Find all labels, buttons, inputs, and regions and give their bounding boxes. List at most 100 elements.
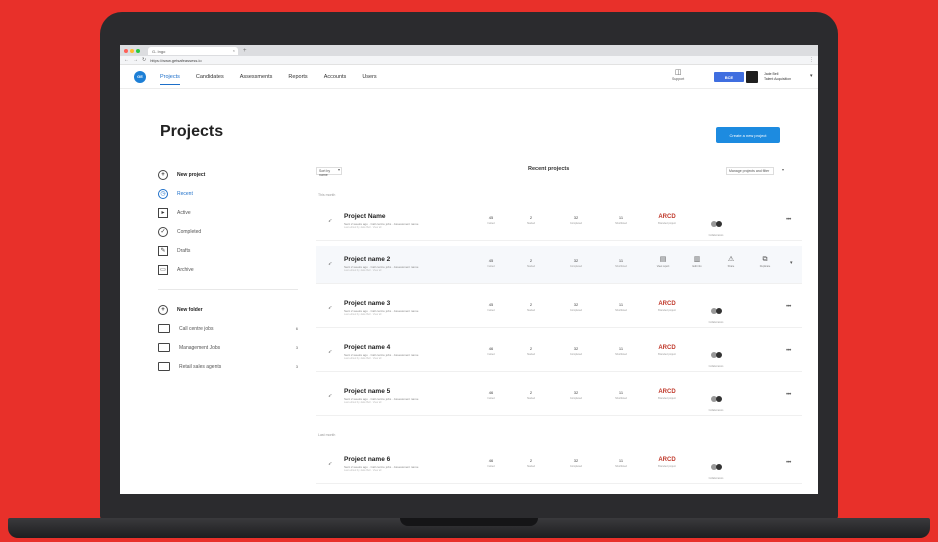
stat-started: 2 Started <box>521 302 541 312</box>
list-toolbar: Sort by name ▾ Recent projects Manage pr… <box>316 166 796 177</box>
project-name[interactable]: Project name 3 <box>344 300 390 307</box>
stat-started: 2 Started <box>521 258 541 268</box>
new-tab-icon[interactable]: + <box>243 48 247 54</box>
project-row[interactable]: ➶ Project name 6 Sent 2 weeks ago · Call… <box>316 446 802 484</box>
share-action[interactable]: ⚠ Share <box>720 255 742 268</box>
sidebar-item-new-folder[interactable]: + New folder <box>158 300 308 319</box>
more-icon[interactable]: ••• <box>786 304 791 310</box>
close-window-button[interactable] <box>124 48 128 53</box>
brand-mark: ARCD <box>658 214 676 220</box>
duplicate-action[interactable]: ⧉ Duplicate <box>754 255 776 268</box>
project-name[interactable]: Project name 2 <box>344 256 390 263</box>
laptop-screen: G- Ingo × + ← → ↻ https://www.getsafeass… <box>120 45 818 494</box>
brand-cell: ARCD Branded project <box>652 345 682 356</box>
project-name[interactable]: Project Name <box>344 213 386 220</box>
edit-info-action[interactable]: ▥ Edit info <box>686 255 708 268</box>
brand-badge[interactable]: BCE <box>714 72 744 82</box>
browser-menu-icon[interactable]: ⋮ <box>809 57 814 63</box>
project-name[interactable]: Project name 6 <box>344 456 390 463</box>
maximize-window-button[interactable] <box>136 48 140 53</box>
chevron-down-icon[interactable]: ▾ <box>790 260 793 266</box>
collaborators-label: Collaborators <box>708 477 724 480</box>
brand-cell: ARCD Branded project <box>652 389 682 400</box>
sidebar-item-recent[interactable]: ◷ Recent <box>158 184 308 203</box>
user-avatar[interactable] <box>746 71 758 83</box>
stat-label: Invited <box>487 353 495 356</box>
folder-item[interactable]: Call centre jobs 6 <box>158 319 308 338</box>
chevron-down-icon[interactable]: ▾ <box>782 167 784 172</box>
tab-close-icon[interactable]: × <box>233 48 235 53</box>
project-row[interactable]: ➶ Project name 2 Sent 2 weeks ago · Call… <box>316 246 802 284</box>
filter-dropdown[interactable]: Manage projects and filter <box>726 167 774 175</box>
app-logo[interactable]: GE <box>134 70 146 83</box>
stat-value: 32 <box>573 302 579 307</box>
stat-label: Completed <box>569 353 583 356</box>
brand-cell: ARCD Branded project <box>652 301 682 312</box>
sidebar-item-active[interactable]: ▸ Active <box>158 203 308 222</box>
stat-value: 11 <box>618 346 624 351</box>
sidebar-item-completed[interactable]: ✓ Completed <box>158 222 308 241</box>
stat-label: Invited <box>487 265 495 268</box>
project-sub: Last edited by Jade Bell · View all <box>344 469 382 472</box>
folder-count: 6 <box>295 326 298 331</box>
stat-completed: 32 Completed <box>566 458 586 468</box>
brand-label: Branded project <box>658 397 676 400</box>
brand-mark: ARCD <box>658 457 676 463</box>
share-icon: ⚠ <box>727 256 735 263</box>
url-field[interactable]: https://www.getsafeassess.io <box>150 58 201 63</box>
stat-completed: 32 Completed <box>566 258 586 268</box>
chevron-down-icon[interactable]: ▾ <box>338 167 340 172</box>
brand-label: Branded project <box>658 309 676 312</box>
section-label-last-month: Last month <box>318 433 336 437</box>
collaborators-label: Collaborators <box>708 365 724 368</box>
address-bar: ← → ↻ https://www.getsafeassess.io ⋮ <box>120 56 818 65</box>
sidebar-item-label: Active <box>177 209 191 216</box>
nav-assessments[interactable]: Assessments <box>240 67 273 87</box>
project-row[interactable]: ➶ Project name 3 Sent 2 weeks ago · Call… <box>316 290 802 328</box>
nav-candidates[interactable]: Candidates <box>196 67 224 87</box>
stat-shortlisted: 11 Shortlisted <box>611 390 631 400</box>
project-name[interactable]: Project name 5 <box>344 388 390 395</box>
reload-icon[interactable]: ↻ <box>142 57 146 63</box>
stat-label: Shortlisted <box>615 353 627 356</box>
browser-tab[interactable]: G- Ingo × <box>148 46 238 55</box>
more-icon[interactable]: ••• <box>786 217 791 223</box>
folder-item[interactable]: Management Jobs 3 <box>158 338 308 357</box>
view-report-action[interactable]: ▤ View report <box>652 255 674 268</box>
support-button[interactable]: ◫ Support <box>672 69 684 81</box>
stat-value: 2 <box>529 458 533 463</box>
nav-accounts[interactable]: Accounts <box>324 67 347 87</box>
nav-reports[interactable]: Reports <box>288 67 307 87</box>
back-icon[interactable]: ← <box>124 57 129 63</box>
project-row[interactable]: ➶ Project Name Sent 2 weeks ago · Call c… <box>316 203 802 241</box>
stat-label: Started <box>526 222 536 225</box>
project-name[interactable]: Project name 4 <box>344 344 390 351</box>
folder-item[interactable]: Retail sales agents 3 <box>158 357 308 376</box>
forward-icon[interactable]: → <box>133 57 138 63</box>
more-icon[interactable]: ••• <box>786 348 791 354</box>
stat-shortlisted: 11 Shortlisted <box>611 458 631 468</box>
nav-projects[interactable]: Projects <box>160 67 180 87</box>
more-icon[interactable]: ••• <box>786 460 791 466</box>
stat-value: 32 <box>573 215 579 220</box>
sidebar-item-new-project[interactable]: + New project <box>158 165 308 184</box>
folder-label: Call centre jobs <box>179 325 214 332</box>
chevron-down-icon[interactable]: ▾ <box>810 73 813 79</box>
user-info[interactable]: Jade Bell Talent Acquisition <box>764 72 791 82</box>
minimize-window-button[interactable] <box>130 48 134 53</box>
stat-value: 32 <box>573 258 579 263</box>
project-sub: Last edited by Jade Bell · View all <box>344 226 382 229</box>
sidebar-item-archive[interactable]: ▭ Archive <box>158 260 308 279</box>
edit-icon: ▥ <box>693 256 701 263</box>
project-row[interactable]: ➶ Project name 5 Sent 2 weeks ago · Call… <box>316 378 802 416</box>
stat-label: Completed <box>569 309 583 312</box>
nav-users[interactable]: Users <box>362 67 376 87</box>
project-row[interactable]: ➶ Project name 4 Sent 2 weeks ago · Call… <box>316 334 802 372</box>
stat-invited: 46 Invited <box>481 346 501 356</box>
more-icon[interactable]: ••• <box>786 392 791 398</box>
stat-completed: 32 Completed <box>566 302 586 312</box>
create-project-button[interactable]: Create a new project <box>716 127 780 143</box>
stat-value: 2 <box>529 258 533 263</box>
archive-icon: ▭ <box>158 264 168 275</box>
sidebar-item-drafts[interactable]: ✎ Drafts <box>158 241 308 260</box>
